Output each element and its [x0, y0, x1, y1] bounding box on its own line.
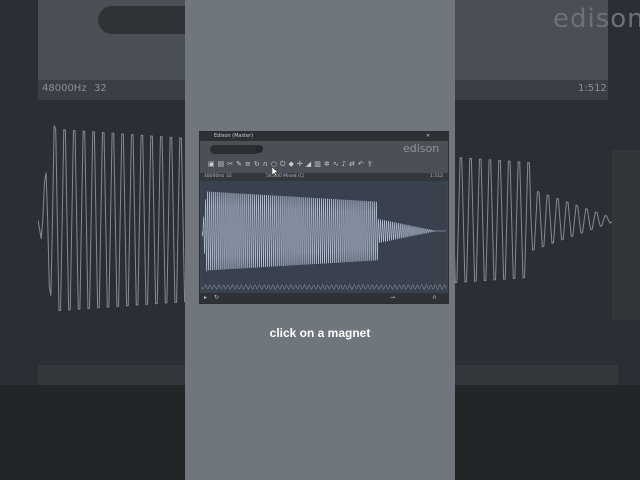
bits-value: 32 — [226, 174, 232, 179]
save-icon[interactable]: ▣ — [208, 159, 215, 170]
play-icon[interactable]: ▸ — [204, 293, 207, 303]
marker-icon[interactable]: ◆ — [289, 159, 294, 170]
fade-icon[interactable]: ◢ — [306, 159, 311, 170]
background-sample-rate: 48000Hz — [42, 83, 87, 94]
close-icon[interactable]: ✕ — [426, 132, 430, 141]
background-bits: 32 — [94, 83, 107, 94]
waveform-icon[interactable]: ∿ — [333, 159, 339, 170]
window-info-bar: 48000Hz 32 56,800 Mixed (C) 1:512 — [200, 173, 448, 181]
video-caption: click on a magnet — [269, 326, 371, 340]
copy-icon[interactable]: ▤ — [218, 159, 225, 170]
toolbar-icons: ▣ ▤ ✂ ✎ ≡ ↻ ∩ ○ ⏻ ◆ ✛ ◢ ▥ ✲ ∿ ♪ ⇄ ↶ ⇪ — [208, 159, 440, 170]
edison-window[interactable]: Edison (Master) ✕ edison ▣ ▤ ✂ ✎ ≡ ↻ ∩ ○… — [199, 131, 449, 304]
record-button[interactable] — [255, 145, 263, 153]
background-side-panel — [612, 150, 640, 320]
magnet-icon[interactable]: ∩ — [263, 159, 268, 170]
gear-icon[interactable]: ✲ — [324, 159, 330, 170]
arrow-icon[interactable]: → — [390, 293, 395, 303]
tune-icon[interactable]: ≡ — [245, 159, 251, 170]
sample-rate: 48000Hz — [204, 174, 225, 179]
export-icon[interactable]: ⇪ — [367, 159, 373, 170]
window-titlebar[interactable]: Edison (Master) ✕ — [200, 132, 448, 141]
crosshair-icon[interactable]: ✛ — [297, 159, 303, 170]
cut-icon[interactable]: ✂ — [227, 159, 233, 170]
background-logo: edison — [553, 4, 640, 34]
loop-icon[interactable]: ↻ — [254, 159, 260, 170]
waveform-display[interactable] — [202, 181, 446, 293]
window-bottom-bar: ▸ ↻ → ∩ — [200, 293, 448, 303]
window-title: Edison (Master) — [214, 133, 254, 139]
background-zoom-readout: 1:512 — [578, 83, 607, 94]
window-logo: edison — [403, 142, 440, 155]
undo-icon[interactable]: ↶ — [358, 159, 364, 170]
window-toolbar: edison ▣ ▤ ✂ ✎ ≡ ↻ ∩ ○ ⏻ ◆ ✛ ◢ ▥ ✲ ∿ ♪ ⇄… — [200, 141, 448, 173]
mic-icon[interactable]: ♪ — [342, 159, 346, 170]
power-icon[interactable]: ⏻ — [280, 159, 286, 170]
swap-icon[interactable]: ⇄ — [349, 159, 355, 170]
mouse-cursor-icon — [272, 167, 278, 176]
zoom-readout: 1:512 — [430, 174, 443, 179]
transport-controls[interactable] — [210, 145, 260, 154]
eq-icon[interactable]: ▥ — [314, 159, 321, 170]
magnet-small-icon[interactable]: ∩ — [432, 293, 436, 303]
loop-small-icon[interactable]: ↻ — [214, 293, 219, 303]
wrench-icon[interactable]: ✎ — [236, 159, 242, 170]
